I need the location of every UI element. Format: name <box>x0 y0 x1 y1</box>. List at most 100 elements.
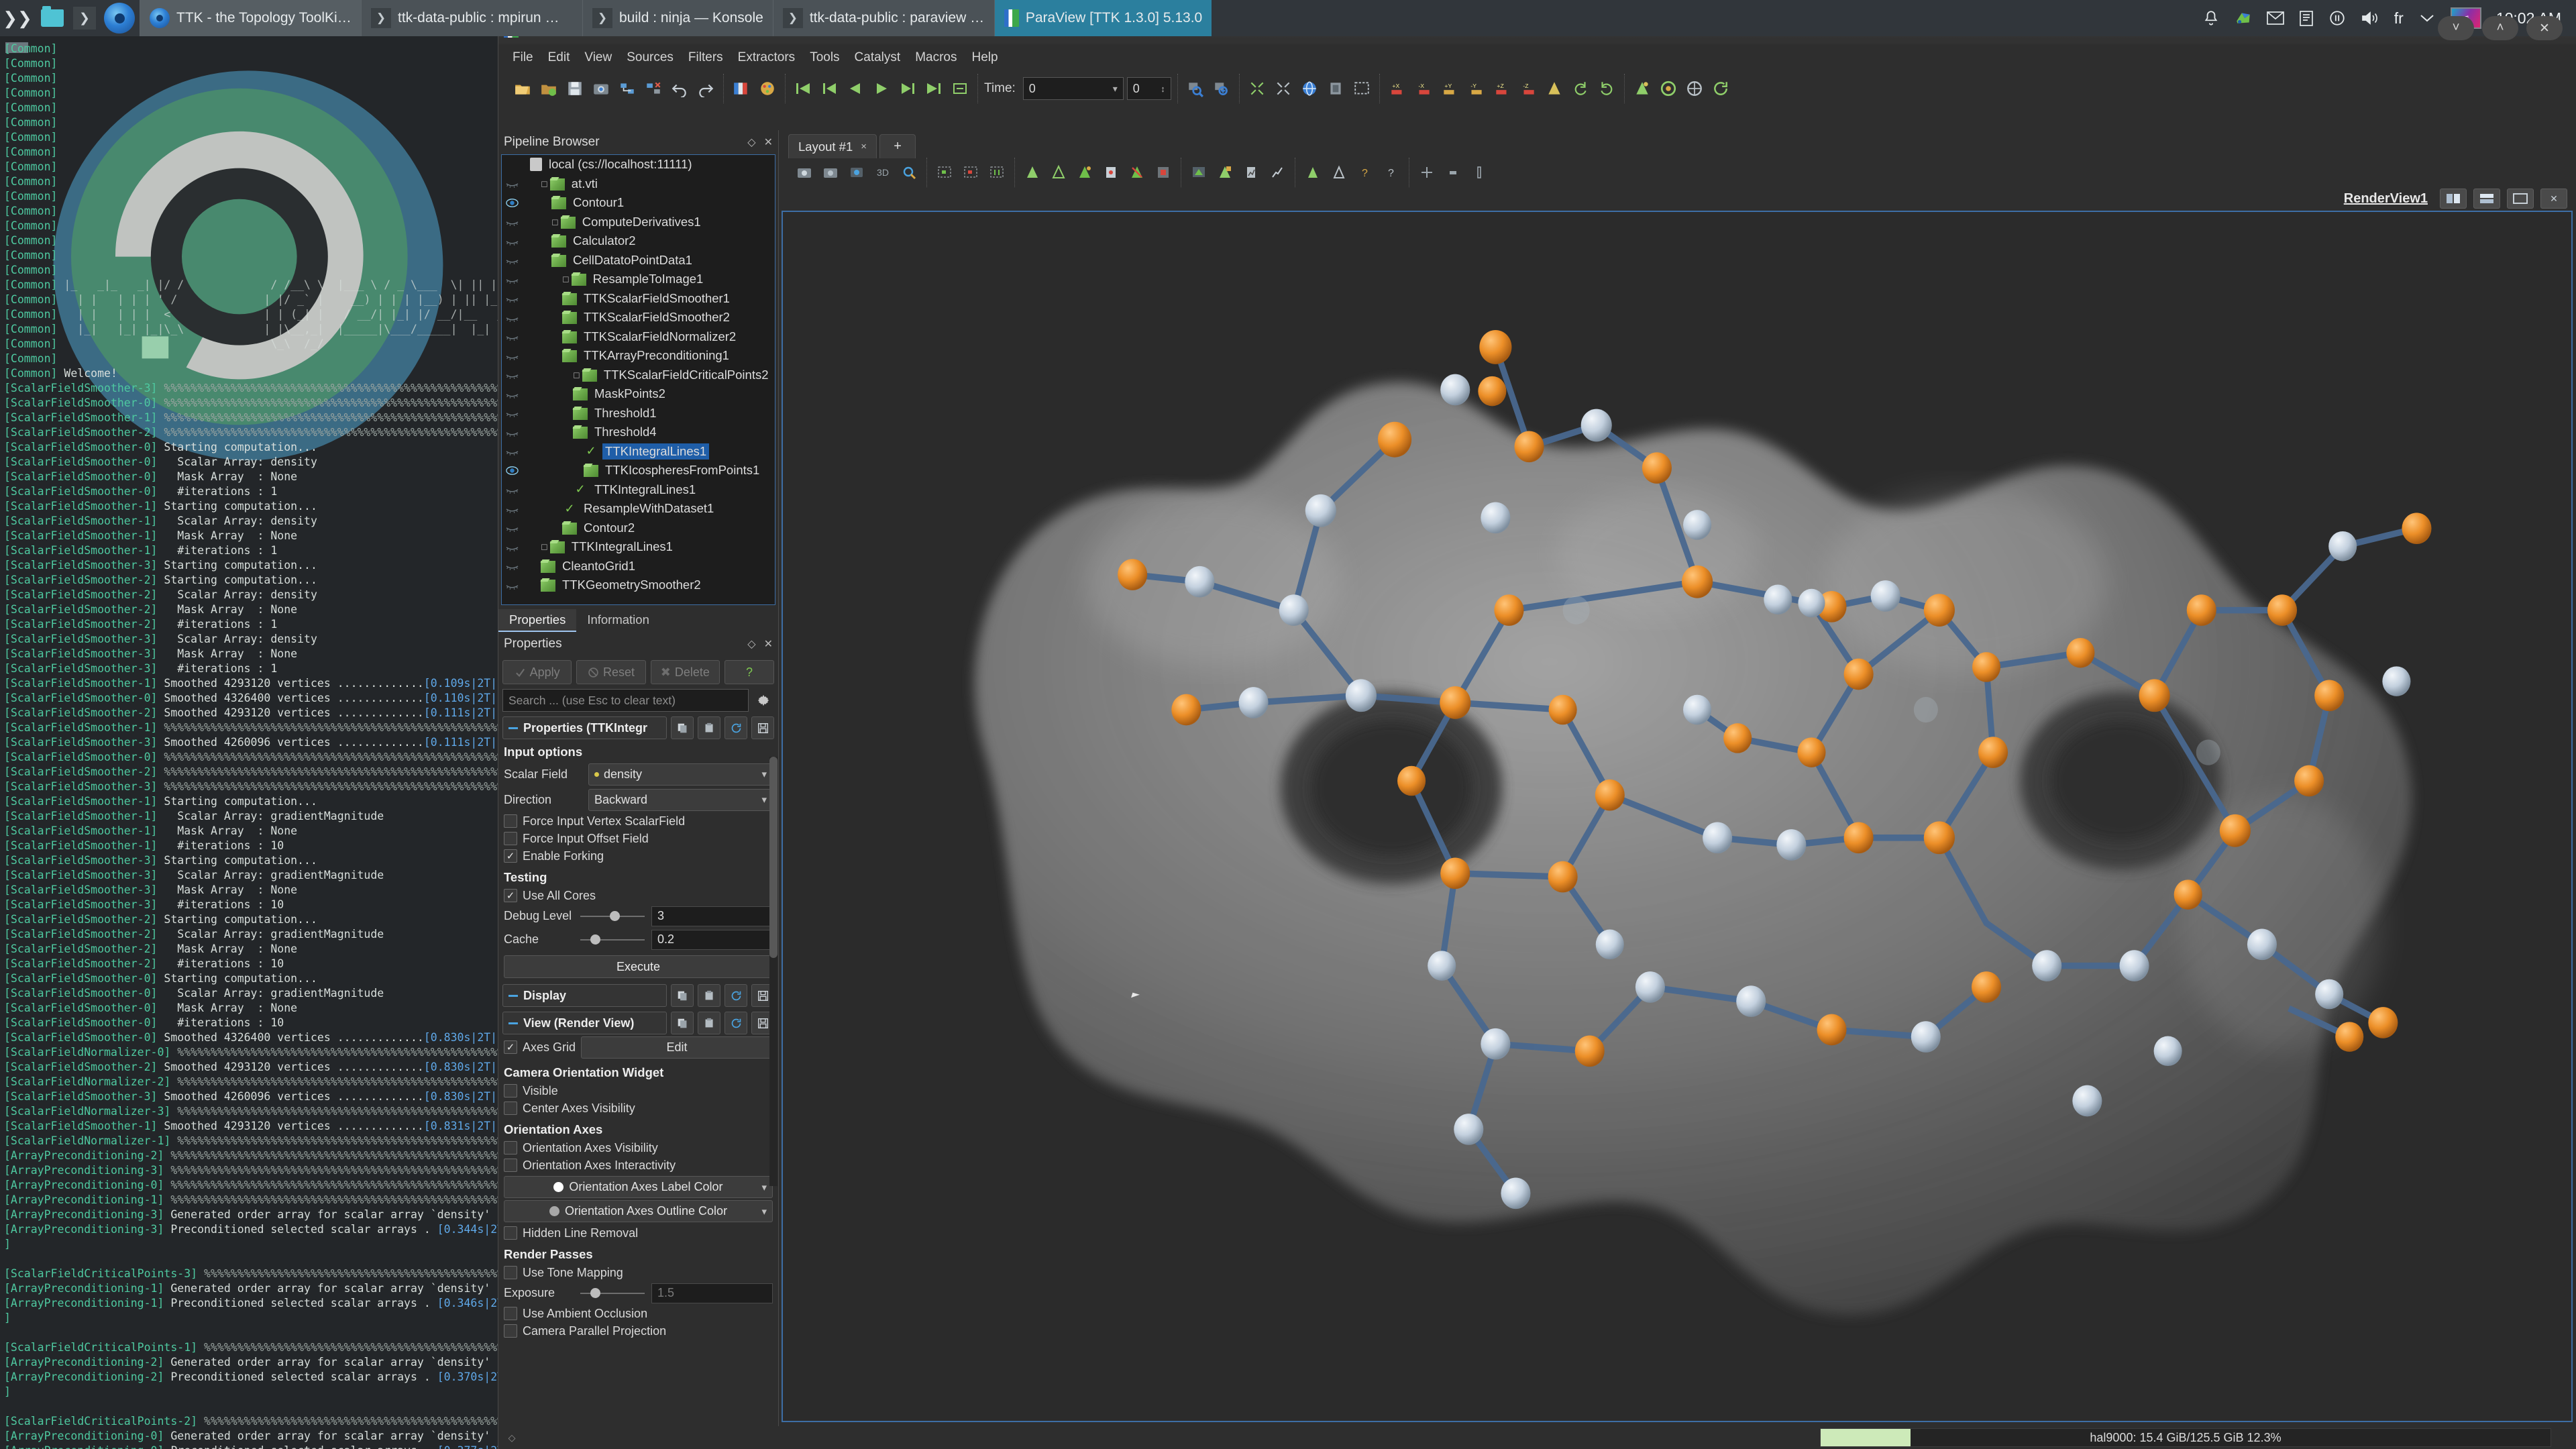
extract-selection-icon[interactable] <box>1214 161 1236 184</box>
zoom-region-icon[interactable] <box>1350 77 1373 100</box>
pipeline-item[interactable]: ◻ at.vti <box>502 174 775 194</box>
first-frame-icon[interactable] <box>792 77 814 100</box>
visibility-toggle[interactable] <box>503 561 521 571</box>
undock-icon[interactable]: ◇ <box>747 136 755 149</box>
memory-inspector[interactable]: hal9000: 15.4 GiB/125.5 GiB 12.3% <box>1820 1428 2551 1447</box>
checkbox[interactable] <box>504 1324 517 1338</box>
pipeline-item[interactable]: ◻ TTKIntegralLines1 <box>502 537 775 557</box>
visibility-toggle[interactable] <box>503 179 521 189</box>
add-query-icon[interactable] <box>1210 77 1233 100</box>
pipeline-item[interactable]: TTKGeometrySmoother2 <box>502 576 775 595</box>
visibility-toggle[interactable] <box>503 581 521 590</box>
render-view[interactable] <box>782 211 2573 1422</box>
taskbar-item-1[interactable]: ❯ ttk-data-public : mpirun — Ko... <box>361 0 582 36</box>
expander-icon[interactable]: ◻ <box>551 217 559 227</box>
disconnect-icon[interactable] <box>642 77 665 100</box>
select-cells-icon[interactable] <box>933 161 956 184</box>
pipeline-item[interactable]: Threshold1 <box>502 404 775 423</box>
visibility-toggle[interactable] <box>503 370 521 380</box>
slider[interactable] <box>579 906 646 926</box>
pipeline-item[interactable]: TTKIcospheresFromPoints1 <box>502 461 775 480</box>
help-button[interactable]: ? <box>724 660 774 684</box>
close-button[interactable]: ✕ <box>2526 16 2563 40</box>
maximize-button[interactable]: ˄ <box>2482 16 2518 40</box>
plot-selection-icon[interactable] <box>1240 161 1263 184</box>
copy-icon[interactable] <box>671 984 694 1007</box>
restore-defaults-icon[interactable] <box>724 1012 747 1034</box>
taskbar-item-4[interactable]: ParaView [TTK 1.3.0] 5.13.0 <box>994 0 1212 36</box>
taskbar-item-0[interactable]: TTK - the Topology ToolKit - T... <box>140 0 361 36</box>
menu-catalyst[interactable]: Catalyst <box>847 48 908 68</box>
save-screenshot-icon[interactable] <box>590 77 612 100</box>
visibility-toggle[interactable] <box>503 332 521 341</box>
minimize-button[interactable]: ˅ <box>2438 16 2474 40</box>
taskbar-item-3[interactable]: ❯ ttk-data-public : paraview — ... <box>772 0 994 36</box>
pipeline-item[interactable]: CellDatatoPointData1 <box>502 251 775 270</box>
tab-information[interactable]: Information <box>576 609 660 632</box>
value-input[interactable]: 0.2 <box>651 929 773 950</box>
set-view-plus-z-icon[interactable]: +Z <box>1491 77 1513 100</box>
checkbox[interactable] <box>504 1102 517 1115</box>
menu-help[interactable]: Help <box>964 48 1005 68</box>
visibility-toggle[interactable] <box>503 523 521 533</box>
set-view-minus-x-icon[interactable]: -X <box>1412 77 1435 100</box>
pipeline-item[interactable]: Calculator2 <box>502 231 775 251</box>
menu-file[interactable]: File <box>505 48 541 68</box>
visibility-toggle[interactable] <box>503 390 521 398</box>
file-manager-icon[interactable] <box>35 6 70 27</box>
section-toggle[interactable]: View (Render View) <box>502 1012 667 1034</box>
browser-launcher-icon[interactable] <box>99 3 140 34</box>
play-backward-icon[interactable] <box>844 77 867 100</box>
mail-icon[interactable] <box>2266 11 2284 25</box>
pipeline-item[interactable]: ◻ TTKScalarFieldCriticalPoints2 <box>502 366 775 385</box>
clear-selection-icon[interactable] <box>1126 161 1148 184</box>
taskbar-item-2[interactable]: ❯ build : ninja — Konsole <box>582 0 773 36</box>
close-icon[interactable]: ✕ <box>764 136 773 149</box>
pipeline-item[interactable]: Threshold4 <box>502 423 775 442</box>
hide-center-axes-icon[interactable] <box>1328 161 1350 184</box>
visibility-toggle[interactable] <box>503 313 521 322</box>
camera-redo-icon[interactable] <box>819 161 842 184</box>
visibility-toggle[interactable] <box>503 275 521 284</box>
set-view-plus-x-icon[interactable]: +X <box>1386 77 1409 100</box>
restore-defaults-icon[interactable] <box>724 716 747 739</box>
undock-icon[interactable]: ◇ <box>747 637 755 651</box>
select-polygon-icon[interactable] <box>1187 161 1210 184</box>
recent-files-icon[interactable] <box>537 77 560 100</box>
find-data-icon[interactable] <box>1184 77 1207 100</box>
menu-tools[interactable]: Tools <box>802 48 847 68</box>
checkbox[interactable] <box>504 814 517 828</box>
time-value-field[interactable]: 0 ▾ <box>1022 77 1124 100</box>
visibility-toggle[interactable] <box>503 294 521 303</box>
maximize-view-icon[interactable] <box>2507 189 2534 209</box>
visibility-toggle[interactable] <box>503 543 521 551</box>
bell-icon[interactable] <box>2202 9 2220 27</box>
loop-icon[interactable] <box>949 77 971 100</box>
edit-button[interactable]: Edit <box>581 1036 773 1059</box>
grow-selection-icon[interactable] <box>1152 161 1175 184</box>
visibility-toggle[interactable] <box>503 485 521 494</box>
render-view-name[interactable]: RenderView1 <box>2344 191 2428 207</box>
checkbox[interactable] <box>504 832 517 845</box>
hover-cells-icon[interactable] <box>1073 161 1096 184</box>
slider[interactable] <box>579 1283 646 1303</box>
select-points-icon[interactable] <box>959 161 982 184</box>
rotate-camera-icon[interactable] <box>1298 77 1321 100</box>
box-widget-icon[interactable] <box>1442 161 1464 184</box>
slider[interactable] <box>579 930 646 950</box>
close-icon[interactable]: ✕ <box>764 637 773 651</box>
set-view-minus-y-icon[interactable]: -Y <box>1464 77 1487 100</box>
interactive-select-icon[interactable] <box>1047 161 1070 184</box>
split-vertical-icon[interactable] <box>2473 189 2500 209</box>
interaction-mode-3d-icon[interactable]: 3D <box>871 161 894 184</box>
copy-icon[interactable] <box>671 1012 694 1034</box>
properties-scrollbar[interactable] <box>769 757 777 1186</box>
delete-button[interactable]: ✖ Delete <box>650 660 720 684</box>
pipeline-item[interactable]: ◻ ResampleToImage1 <box>502 270 775 289</box>
layout-tab[interactable]: Layout #1 × <box>788 134 877 158</box>
select-block-icon[interactable] <box>1021 161 1044 184</box>
property-combobox[interactable]: density ▾ <box>588 763 773 786</box>
select-frustum-icon[interactable] <box>985 161 1008 184</box>
previous-frame-icon[interactable] <box>818 77 841 100</box>
redo-icon[interactable] <box>694 77 717 100</box>
